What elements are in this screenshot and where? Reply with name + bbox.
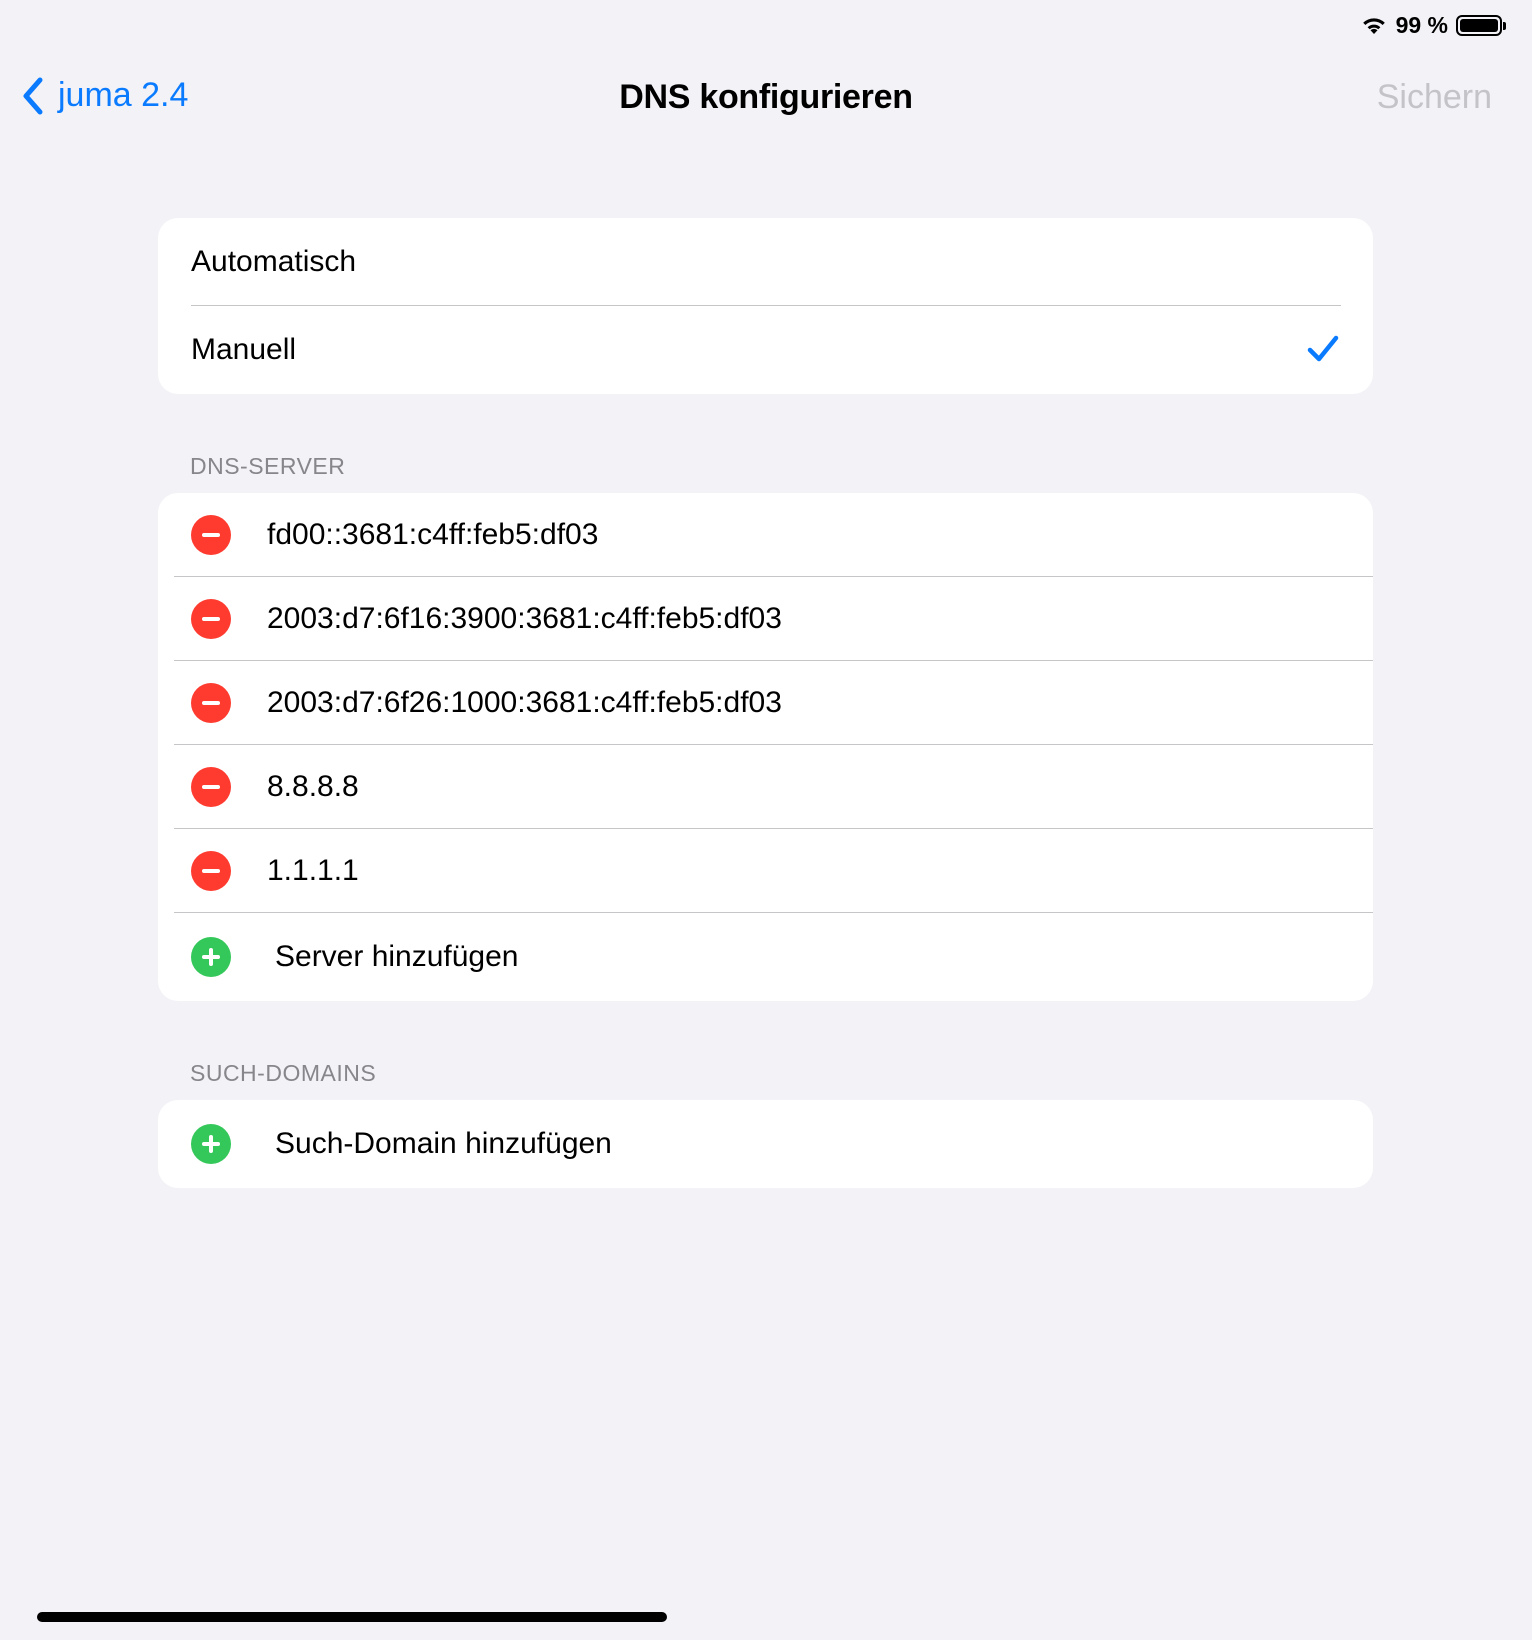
status-bar: 99 % <box>1360 8 1506 42</box>
dns-server-address[interactable]: 2003:d7:6f16:3900:3681:c4ff:feb5:df03 <box>267 602 782 636</box>
dns-server-row: 2003:d7:6f26:1000:3681:c4ff:feb5:df03 <box>158 661 1373 745</box>
dns-server-address[interactable]: 2003:d7:6f26:1000:3681:c4ff:feb5:df03 <box>267 686 782 720</box>
search-domains-group: Such-Domain hinzufügen <box>158 1100 1373 1188</box>
dns-server-row: 8.8.8.8 <box>158 745 1373 829</box>
search-domains-section-header: SUCH-DOMAINS <box>190 1060 377 1086</box>
remove-server-icon[interactable] <box>191 515 231 555</box>
add-icon[interactable] <box>191 1124 231 1164</box>
dns-server-address[interactable]: 1.1.1.1 <box>267 854 359 888</box>
remove-server-icon[interactable] <box>191 767 231 807</box>
dns-server-row: 2003:d7:6f16:3900:3681:c4ff:feb5:df03 <box>158 577 1373 661</box>
battery-icon <box>1456 14 1506 36</box>
navigation-bar: juma 2.4 DNS konfigurieren Sichern <box>0 68 1532 132</box>
remove-server-icon[interactable] <box>191 683 231 723</box>
dns-server-address[interactable]: fd00::3681:c4ff:feb5:df03 <box>267 518 598 552</box>
save-button[interactable]: Sichern <box>1377 78 1492 117</box>
dns-mode-group: Automatisch Manuell <box>158 218 1373 394</box>
remove-server-icon[interactable] <box>191 851 231 891</box>
wifi-icon <box>1362 18 1385 34</box>
mode-option-automatisch[interactable]: Automatisch <box>158 218 1373 306</box>
mode-option-manuell[interactable]: Manuell <box>158 306 1373 394</box>
home-indicator[interactable] <box>37 1612 667 1622</box>
mode-option-label: Automatisch <box>191 245 357 278</box>
dns-server-row: 1.1.1.1 <box>158 829 1373 913</box>
battery-percentage: 99 % <box>1395 11 1448 38</box>
dns-server-address[interactable]: 8.8.8.8 <box>267 770 359 804</box>
add-icon[interactable] <box>191 937 231 977</box>
add-search-domain-button[interactable]: Such-Domain hinzufügen <box>158 1100 1373 1188</box>
checkmark-icon <box>1307 335 1339 362</box>
remove-server-icon[interactable] <box>191 599 231 639</box>
page-title: DNS konfigurieren <box>619 78 913 116</box>
mode-option-label: Manuell <box>191 333 297 366</box>
add-server-label: Server hinzufügen <box>275 940 519 973</box>
add-search-domain-label: Such-Domain hinzufügen <box>275 1127 612 1160</box>
dns-server-group: fd00::3681:c4ff:feb5:df03 2003:d7:6f16:3… <box>158 493 1373 1001</box>
dns-server-section-header: DNS-SERVER <box>190 453 346 479</box>
dns-server-row: fd00::3681:c4ff:feb5:df03 <box>158 493 1373 577</box>
add-server-button[interactable]: Server hinzufügen <box>158 913 1373 1001</box>
